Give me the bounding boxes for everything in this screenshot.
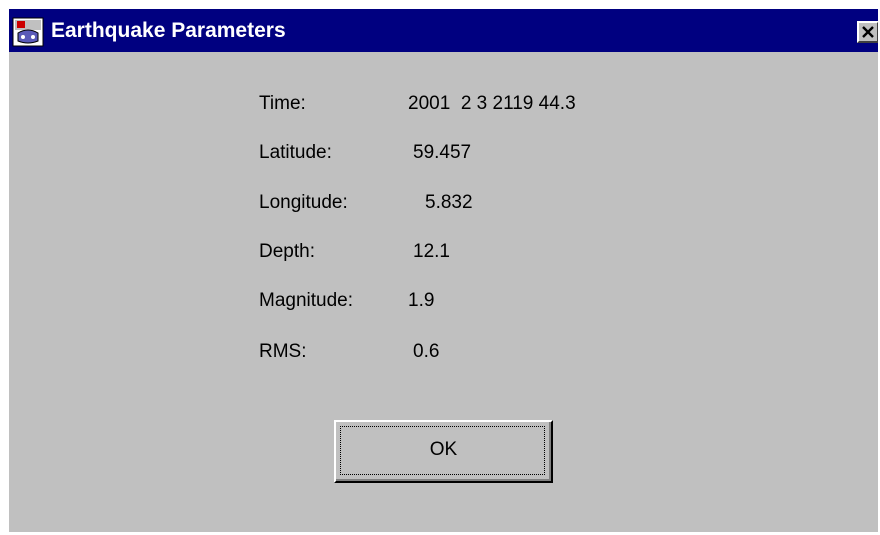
time-label: Time: bbox=[259, 93, 306, 114]
magnitude-label: Magnitude: bbox=[259, 290, 354, 311]
magnitude-value: 1.9 bbox=[408, 290, 435, 311]
time-value: 2001 2 3 2119 44.3 bbox=[408, 93, 576, 114]
ok-button[interactable]: OK bbox=[334, 420, 553, 483]
rms-label: RMS: bbox=[259, 341, 307, 362]
close-button[interactable] bbox=[857, 21, 878, 43]
rms-value: 0.6 bbox=[413, 341, 440, 362]
depth-value: 12.1 bbox=[413, 241, 450, 262]
longitude-label: Longitude: bbox=[259, 192, 348, 213]
depth-label: Depth: bbox=[259, 241, 315, 262]
title-bar[interactable]: Earthquake Parameters bbox=[9, 9, 878, 52]
ok-button-label: OK bbox=[429, 438, 458, 460]
latitude-value: 59.457 bbox=[413, 142, 472, 163]
earthquake-parameters-dialog: Earthquake Parameters Time: 2001 2 3 211… bbox=[9, 9, 878, 532]
app-icon bbox=[12, 17, 44, 47]
latitude-label: Latitude: bbox=[259, 142, 332, 163]
close-icon bbox=[862, 26, 874, 38]
window-title: Earthquake Parameters bbox=[51, 19, 286, 42]
longitude-value: 5.832 bbox=[425, 192, 473, 213]
